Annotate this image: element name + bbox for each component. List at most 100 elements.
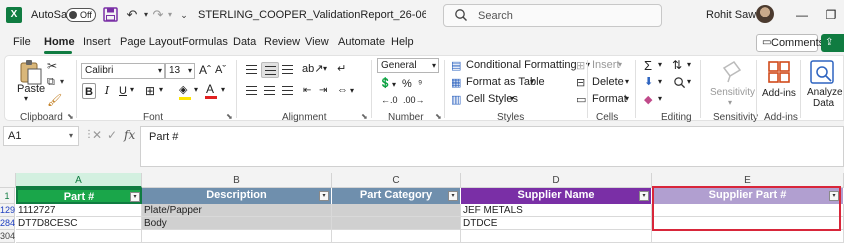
paste-label[interactable]: Paste xyxy=(17,83,45,95)
add-ins-button[interactable]: Add-ins xyxy=(762,88,796,99)
copy-dropdown-icon[interactable]: ▾ xyxy=(60,77,64,86)
table-cell[interactable]: DT7D8CESC xyxy=(16,217,142,230)
column-header-c[interactable]: C xyxy=(332,173,461,188)
paste-dropdown-icon[interactable]: ▾ xyxy=(24,94,28,103)
table-cell[interactable] xyxy=(332,217,461,230)
table-cell[interactable]: 1112727 xyxy=(16,204,142,217)
filter-dropdown-icon[interactable]: ▾ xyxy=(448,191,458,201)
header-cell-part-category[interactable]: Part Category ▾ xyxy=(332,188,461,204)
chevron-down-icon[interactable]: ▾ xyxy=(530,77,534,86)
analyze-data-line1[interactable]: Analyze xyxy=(807,87,843,98)
save-icon[interactable] xyxy=(103,7,119,23)
increase-font-icon[interactable]: Aˆ xyxy=(199,63,211,77)
analyze-data-line2[interactable]: Data xyxy=(813,98,834,109)
column-header-b[interactable]: B xyxy=(142,173,332,188)
column-header-a[interactable]: A xyxy=(16,173,142,188)
tab-formulas[interactable]: Formulas xyxy=(182,36,228,48)
comma-style-icon[interactable]: ⁹ xyxy=(418,79,422,90)
underline-dropdown-icon[interactable]: ▾ xyxy=(130,85,134,94)
align-right-button[interactable] xyxy=(279,83,297,99)
copy-icon[interactable]: ⧉ xyxy=(47,76,55,89)
filter-dropdown-icon[interactable]: ▾ xyxy=(130,192,140,202)
header-cell-supplier-name[interactable]: Supplier Name ▾ xyxy=(461,188,652,204)
clear-icon[interactable]: ◆ xyxy=(644,93,652,106)
tab-file[interactable]: File xyxy=(13,36,31,48)
sort-filter-icon[interactable]: ⇅ xyxy=(672,58,682,72)
table-cell[interactable]: Body xyxy=(142,217,332,230)
wrap-text-icon[interactable]: ↵ xyxy=(337,62,346,75)
formula-input[interactable]: Part # xyxy=(140,126,844,167)
tab-view[interactable]: View xyxy=(305,36,329,48)
tab-automate[interactable]: Automate xyxy=(338,36,385,48)
font-size-field[interactable]: 13 ▾ xyxy=(165,63,195,79)
format-cells-button[interactable]: Format xyxy=(592,93,627,105)
table-cell[interactable]: JEF METALS xyxy=(461,204,652,217)
number-format-field[interactable]: General ▾ xyxy=(377,58,439,73)
header-cell-description[interactable]: Description ▾ xyxy=(142,188,332,204)
fill-icon[interactable]: ⬇ xyxy=(644,75,653,88)
percent-style-icon[interactable]: % xyxy=(402,78,412,90)
number-launcher-icon[interactable]: ⬊ xyxy=(435,112,442,121)
align-center-button[interactable] xyxy=(261,83,279,99)
restore-window-icon[interactable]: ❐ xyxy=(822,6,840,24)
sort-dropdown-icon[interactable]: ▾ xyxy=(687,60,691,69)
tab-help[interactable]: Help xyxy=(391,36,414,48)
increase-indent-icon[interactable]: ⇥ xyxy=(319,85,327,96)
table-cell[interactable] xyxy=(652,230,844,243)
row-header[interactable]: 304 xyxy=(0,230,15,243)
table-cell[interactable] xyxy=(16,230,142,243)
row-header[interactable]: 129 xyxy=(0,204,15,217)
merge-dropdown-icon[interactable]: ▾ xyxy=(350,86,354,95)
fill-color-icon[interactable]: ◈ xyxy=(179,83,191,100)
bottom-align-button[interactable] xyxy=(279,62,297,78)
decrease-indent-icon[interactable]: ⇤ xyxy=(303,85,311,96)
orientation-icon[interactable]: ab↗ xyxy=(302,62,323,75)
autosum-icon[interactable]: Σ xyxy=(644,58,652,73)
font-name-field[interactable]: Calibri ▾ xyxy=(81,63,165,79)
filter-dropdown-icon[interactable]: ▾ xyxy=(319,191,329,201)
sensitivity-icon[interactable] xyxy=(716,58,744,86)
borders-dropdown-icon[interactable]: ▾ xyxy=(159,85,163,94)
add-ins-icon[interactable] xyxy=(765,58,793,86)
row-header-1[interactable]: 1 xyxy=(0,188,15,204)
table-cell[interactable]: Plate/Papper xyxy=(142,204,332,217)
currency-dropdown-icon[interactable]: ▾ xyxy=(392,80,396,89)
clipboard-launcher-icon[interactable]: ⬊ xyxy=(67,112,74,121)
select-all-corner[interactable] xyxy=(0,173,16,188)
font-color-dropdown-icon[interactable]: ▾ xyxy=(221,85,225,94)
format-painter-icon[interactable]: 🖌 xyxy=(47,93,62,107)
table-cell[interactable]: DTDCE xyxy=(461,217,652,230)
table-cell[interactable] xyxy=(142,230,332,243)
fill-dropdown-icon[interactable]: ▾ xyxy=(194,85,198,94)
chevron-down-icon[interactable]: ▾ xyxy=(625,94,629,103)
middle-align-button[interactable] xyxy=(261,62,279,78)
italic-button[interactable]: I xyxy=(100,83,114,99)
tab-home[interactable]: Home xyxy=(44,36,75,48)
sensitivity-button[interactable]: Sensitivity xyxy=(710,87,755,98)
avatar[interactable] xyxy=(756,5,774,23)
fill-dropdown-icon[interactable]: ▾ xyxy=(658,77,662,86)
bold-button[interactable]: B xyxy=(82,83,96,99)
decrease-decimal-icon[interactable]: .00→ xyxy=(403,95,425,105)
name-box[interactable]: A1 ▾ xyxy=(3,126,79,146)
search-box[interactable]: Search xyxy=(443,4,662,27)
increase-decimal-icon[interactable]: ←.0 xyxy=(381,95,398,105)
top-align-button[interactable] xyxy=(243,62,261,78)
orientation-dropdown-icon[interactable]: ▾ xyxy=(323,64,327,73)
header-cell-part-number[interactable]: Part # ▾ xyxy=(16,188,142,204)
column-header-d[interactable]: D xyxy=(461,173,652,188)
table-cell[interactable] xyxy=(332,204,461,217)
font-color-icon[interactable]: A xyxy=(205,82,217,99)
delete-cells-button[interactable]: Delete xyxy=(592,76,624,88)
underline-button[interactable]: U xyxy=(116,83,130,99)
find-select-icon[interactable] xyxy=(673,76,686,89)
autosave-toggle[interactable]: Off xyxy=(66,8,96,22)
insert-cells-button[interactable]: Insert xyxy=(592,59,620,71)
borders-icon[interactable]: ⊞ xyxy=(145,84,155,98)
paste-icon[interactable] xyxy=(17,58,45,86)
analyze-data-icon[interactable] xyxy=(808,58,836,86)
table-cell[interactable] xyxy=(332,230,461,243)
filter-dropdown-icon[interactable]: ▾ xyxy=(639,191,649,201)
tab-insert[interactable]: Insert xyxy=(83,36,111,48)
alignment-launcher-icon[interactable]: ⬊ xyxy=(361,112,368,121)
